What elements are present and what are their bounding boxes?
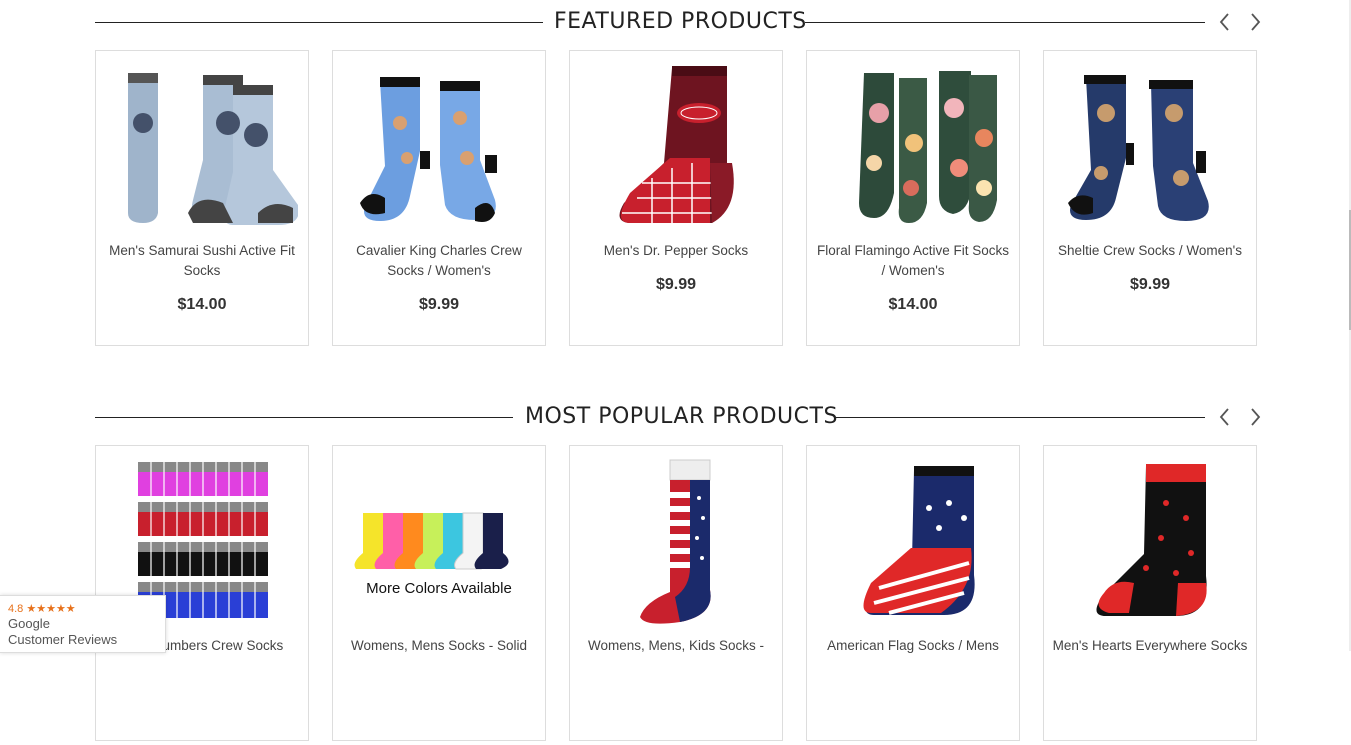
product-card[interactable]: Womens, Mens, Kids Socks - <box>569 445 783 741</box>
product-price: $9.99 <box>418 296 460 313</box>
product-card[interactable]: American Flag Socks / Mens <box>806 445 1020 741</box>
google-label: Google <box>8 616 50 631</box>
product-image-solid-color-socks: More Colors Available <box>354 512 512 597</box>
header-rule-left <box>95 417 513 418</box>
featured-prev-button[interactable] <box>1213 9 1237 35</box>
product-card[interactable]: Cavalier King Charles Crew Socks / Women… <box>332 50 546 346</box>
product-name[interactable]: Cavalier King Charles Crew Socks / Women… <box>341 241 537 281</box>
header-rule-left <box>95 22 543 23</box>
image-caption: More Colors Available <box>366 580 512 597</box>
product-price: $9.99 <box>655 276 697 293</box>
google-reviews-badge[interactable]: 4.8 ★★★★★ Google Customer Reviews <box>0 595 166 653</box>
product-card[interactable]: More Colors Available Womens, Mens Socks… <box>332 445 546 741</box>
popular-carousel: Numbers Crew Socks More Colors Available… <box>95 445 1259 745</box>
popular-header: MOST POPULAR PRODUCTS <box>95 402 1261 432</box>
product-image-sheltie-socks <box>1068 75 1209 221</box>
product-price: $14.00 <box>177 296 227 313</box>
chevron-left-icon <box>1219 408 1229 426</box>
product-image-floral-flamingo-socks <box>859 71 997 223</box>
chevron-right-icon <box>1251 13 1261 31</box>
product-card[interactable]: Floral Flamingo Active Fit Socks / Women… <box>806 50 1020 346</box>
featured-next-button[interactable] <box>1243 9 1267 35</box>
product-image-cavalier-socks <box>360 77 497 222</box>
featured-products-section: FEATURED PRODUCTS Men's Samurai Sushi Ac… <box>95 7 1261 346</box>
product-name[interactable]: Womens, Mens Socks - Solid <box>341 636 537 656</box>
product-image-american-flag-socks <box>863 466 975 615</box>
featured-title: FEATURED PRODUCTS <box>554 9 807 34</box>
customer-reviews-label: Customer Reviews <box>8 632 118 647</box>
product-name[interactable]: Men's Dr. Pepper Socks <box>578 241 774 261</box>
popular-products-section: MOST POPULAR PRODUCTS Numbers Crew Socks… <box>95 402 1261 741</box>
rating-value: 4.8 <box>8 603 24 615</box>
product-image-flag-knee-socks <box>640 459 711 624</box>
product-card[interactable]: Men's Samurai Sushi Active Fit Socks $14… <box>95 50 309 346</box>
product-price: $9.99 <box>1129 276 1171 293</box>
popular-title: MOST POPULAR PRODUCTS <box>525 404 838 429</box>
product-price: $14.00 <box>888 296 938 313</box>
featured-header: FEATURED PRODUCTS <box>95 7 1261 37</box>
product-name[interactable]: Sheltie Crew Socks / Women's <box>1052 241 1248 261</box>
header-rule-right <box>805 22 1205 23</box>
product-image-hearts-socks <box>1096 464 1207 616</box>
popular-next-button[interactable] <box>1243 404 1267 430</box>
product-card[interactable]: Men's Hearts Everywhere Socks <box>1043 445 1257 741</box>
product-name[interactable]: Men's Samurai Sushi Active Fit Socks <box>104 241 300 281</box>
featured-carousel: Men's Samurai Sushi Active Fit Socks $14… <box>95 50 1259 350</box>
product-name[interactable]: Floral Flamingo Active Fit Socks / Women… <box>815 241 1011 281</box>
product-name[interactable]: Womens, Mens, Kids Socks - <box>578 636 774 656</box>
product-card[interactable]: Men's Dr. Pepper Socks $9.99 <box>569 50 783 346</box>
product-card[interactable]: Numbers Crew Socks <box>95 445 309 741</box>
product-image-samurai-sushi-socks <box>128 73 298 225</box>
product-name[interactable]: American Flag Socks / Mens <box>815 636 1011 656</box>
header-rule-right <box>835 417 1205 418</box>
popular-prev-button[interactable] <box>1213 404 1237 430</box>
chevron-left-icon <box>1219 13 1229 31</box>
rating-row: 4.8 ★★★★★ <box>8 602 76 615</box>
product-card[interactable]: Sheltie Crew Socks / Women's $9.99 <box>1043 50 1257 346</box>
star-rating-icon: ★★★★★ <box>26 603 76 615</box>
chevron-right-icon <box>1251 408 1261 426</box>
product-name[interactable]: Men's Hearts Everywhere Socks <box>1052 636 1248 656</box>
product-image-dr-pepper-socks <box>619 66 734 223</box>
